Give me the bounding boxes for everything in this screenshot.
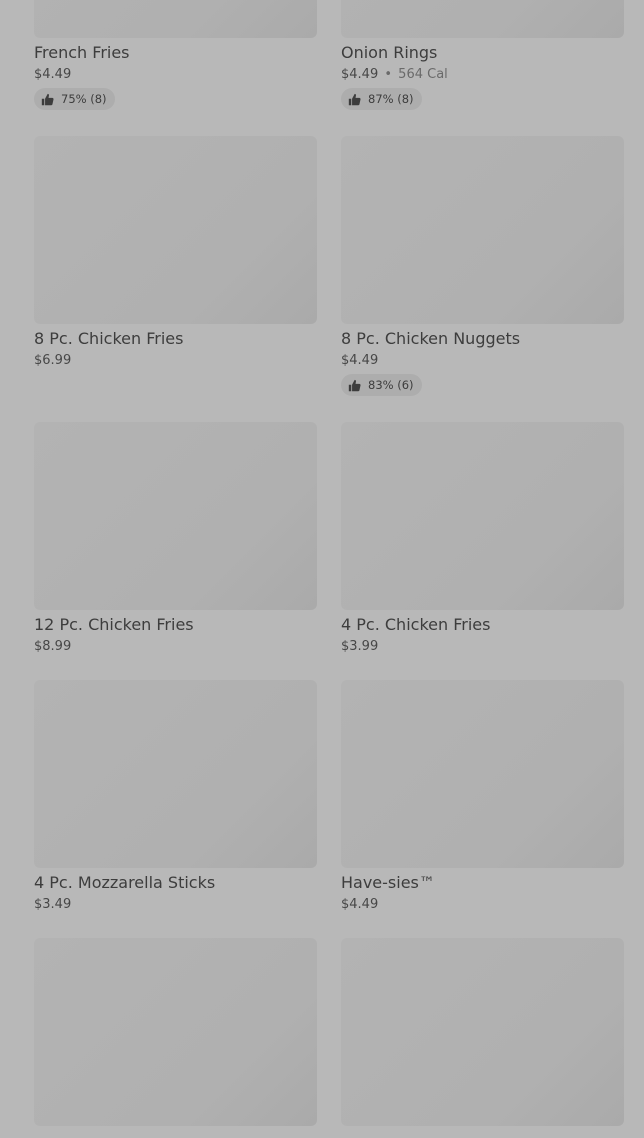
menu-item-card[interactable]: 8 Pc. Chicken Fries $6.99 (34, 136, 317, 422)
menu-item-card[interactable] (341, 938, 624, 1138)
menu-item-meta: $3.49 (34, 896, 317, 913)
menu-item-name: 8 Pc. Chicken Nuggets (341, 329, 521, 348)
menu-item-name: 4 Pc. Chicken Fries (341, 615, 491, 634)
menu-row: French Fries $4.49 75% (8) Onion Rings $… (34, 0, 624, 112)
menu-item-meta: $4.49 • 564 Cal (341, 66, 624, 83)
menu-item-price: $8.99 (34, 639, 72, 654)
menu-item-image (341, 938, 624, 1126)
menu-item-name: Onion Rings (341, 43, 438, 62)
rating-text: 75% (8) (61, 92, 107, 106)
menu-item-name: 4 Pc. Mozzarella Sticks (34, 873, 216, 892)
menu-item-image (341, 0, 624, 38)
menu-item-meta: $4.49 (341, 352, 624, 369)
menu-item-image (34, 422, 317, 610)
menu-item-image (341, 136, 624, 324)
menu-item-image (34, 0, 317, 38)
menu-item-meta: $3.99 (341, 638, 624, 655)
menu-item-meta: $4.49 (34, 66, 317, 83)
thumbs-up-icon (348, 379, 361, 392)
menu-item-grid: French Fries $4.49 75% (8) Onion Rings $… (34, 0, 624, 1138)
menu-item-meta: $8.99 (34, 638, 317, 655)
menu-item-image (341, 422, 624, 610)
menu-item-card[interactable]: 4 Pc. Chicken Fries $3.99 (341, 422, 624, 680)
thumbs-up-icon (41, 93, 54, 106)
menu-item-price: $4.49 (341, 353, 379, 368)
menu-item-calories: 564 Cal (398, 67, 448, 82)
menu-item-price: $3.49 (34, 897, 72, 912)
menu-row: 8 Pc. Chicken Fries $6.99 8 Pc. Chicken … (34, 136, 624, 422)
rating-badge: 75% (8) (34, 88, 115, 110)
menu-item-card[interactable]: 8 Pc. Chicken Nuggets $4.49 83% (6) (341, 136, 624, 422)
menu-item-price: $6.99 (34, 353, 72, 368)
rating-badge: 83% (6) (341, 374, 422, 396)
menu-row: 4 Pc. Mozzarella Sticks $3.49 Have-sies™… (34, 680, 624, 938)
menu-item-card[interactable] (34, 938, 317, 1138)
menu-item-image (34, 680, 317, 868)
menu-item-image (34, 136, 317, 324)
meta-separator: • (384, 67, 393, 82)
menu-item-card[interactable]: 4 Pc. Mozzarella Sticks $3.49 (34, 680, 317, 938)
menu-item-name: French Fries (34, 43, 130, 62)
menu-item-name: 12 Pc. Chicken Fries (34, 615, 194, 634)
menu-row (34, 938, 624, 1138)
thumbs-up-icon (348, 93, 361, 106)
menu-item-name: 8 Pc. Chicken Fries (34, 329, 184, 348)
menu-item-card[interactable]: Have-sies™ $4.49 (341, 680, 624, 938)
menu-item-image (34, 938, 317, 1126)
menu-item-meta: $6.99 (34, 352, 317, 369)
rating-text: 87% (8) (368, 92, 414, 106)
menu-item-image (341, 680, 624, 868)
rating-badge: 87% (8) (341, 88, 422, 110)
menu-item-card[interactable]: French Fries $4.49 75% (8) (34, 0, 317, 112)
menu-row: 12 Pc. Chicken Fries $8.99 4 Pc. Chicken… (34, 422, 624, 680)
menu-item-card[interactable]: 12 Pc. Chicken Fries $8.99 (34, 422, 317, 680)
menu-item-price: $4.49 (341, 897, 379, 912)
menu-item-price: $4.49 (341, 67, 379, 82)
rating-text: 83% (6) (368, 378, 414, 392)
menu-item-name: Have-sies™ (341, 873, 435, 892)
menu-item-meta: $4.49 (341, 896, 624, 913)
menu-item-price: $4.49 (34, 67, 72, 82)
menu-item-price: $3.99 (341, 639, 379, 654)
menu-item-card[interactable]: Onion Rings $4.49 • 564 Cal 87% (8) (341, 0, 624, 112)
